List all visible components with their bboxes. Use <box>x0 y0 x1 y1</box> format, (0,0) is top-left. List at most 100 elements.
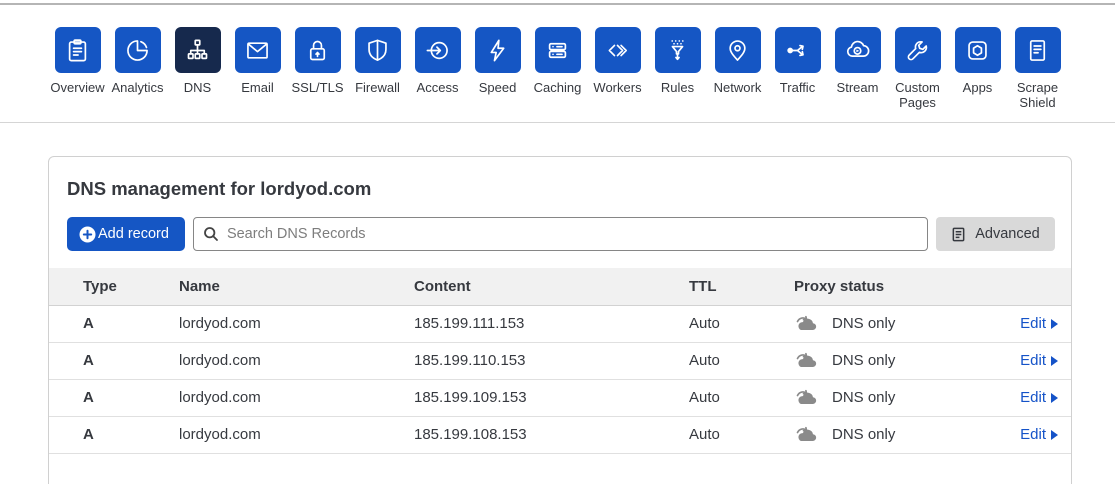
dns-management-card: DNS management for lordyod.com Add recor… <box>48 156 1072 484</box>
app-nav: Overview Analytics DNS Email SSL/TLS Fir… <box>0 5 1115 123</box>
speed-icon <box>474 27 521 73</box>
network-icon <box>714 27 761 73</box>
nav-label: Network <box>713 80 762 95</box>
dns-controls: Add record Advanced <box>67 217 1055 251</box>
document-list-icon <box>952 227 965 241</box>
record-name: lordyod.com <box>179 315 261 332</box>
rules-icon <box>654 27 701 73</box>
header-content: Content <box>414 277 471 295</box>
proxy-status-label: DNS only <box>832 389 896 406</box>
nav-item-workers[interactable]: Workers <box>588 27 648 110</box>
nav-label: Speed <box>478 80 517 95</box>
edit-label: Edit <box>1020 426 1046 443</box>
nav-label: Workers <box>593 80 642 95</box>
firewall-icon <box>354 27 401 73</box>
nav-item-network[interactable]: Network <box>708 27 768 110</box>
nav-label: Caching <box>533 80 582 95</box>
custom-pages-icon <box>894 27 941 73</box>
nav-label: Analytics <box>111 80 164 95</box>
dns-only-cloud-icon <box>796 426 817 442</box>
table-row: Alordyod.com 185.199.110.153 Auto DNS only E… <box>49 342 1071 379</box>
dns-search <box>192 217 928 251</box>
table-header-row: Type Name Content TTL Proxy status <box>49 268 1071 305</box>
record-ttl: Auto <box>689 426 720 443</box>
nav-item-firewall[interactable]: Firewall <box>348 27 408 110</box>
record-content: 185.199.110.153 <box>414 352 526 369</box>
nav-item-stream[interactable]: Stream <box>828 27 888 110</box>
email-icon <box>234 27 281 73</box>
proxy-status: DNS only <box>794 352 981 369</box>
advanced-label: Advanced <box>975 226 1040 242</box>
chevron-right-icon <box>1051 392 1058 403</box>
ssl-tls-icon <box>294 27 341 73</box>
dns-only-cloud-icon <box>796 315 817 331</box>
header-proxy-status: Proxy status <box>794 277 885 295</box>
dns-only-cloud-icon <box>796 389 817 405</box>
overview-icon <box>54 27 101 73</box>
header-type: Type <box>83 277 117 295</box>
edit-record-link[interactable]: Edit <box>1020 426 1058 443</box>
nav-item-caching[interactable]: Caching <box>528 27 588 110</box>
table-row: Alordyod.com 185.199.111.153 Auto DNS only E… <box>49 305 1071 342</box>
proxy-status-label: DNS only <box>832 315 896 332</box>
page-title: DNS management for lordyod.com <box>49 157 1071 200</box>
record-type: A <box>83 389 94 406</box>
add-record-button[interactable]: Add record <box>67 217 185 251</box>
nav-label: Access <box>416 80 459 95</box>
search-dns-input[interactable] <box>192 217 928 251</box>
record-content: 185.199.111.153 <box>414 315 525 332</box>
edit-record-link[interactable]: Edit <box>1020 315 1058 332</box>
nav-label: Traffic <box>779 80 816 95</box>
record-ttl: Auto <box>689 315 720 332</box>
apps-icon <box>954 27 1001 73</box>
add-record-label: Add record <box>98 226 169 242</box>
nav-item-apps[interactable]: Apps <box>948 27 1008 110</box>
record-ttl: Auto <box>689 389 720 406</box>
nav-label: SSL/TLS <box>291 80 344 95</box>
table-row: Alordyod.com 185.199.108.153 Auto DNS only E… <box>49 416 1071 453</box>
nav-item-access[interactable]: Access <box>408 27 468 110</box>
caching-icon <box>534 27 581 73</box>
nav-label: DNS <box>183 80 212 95</box>
record-content: 185.199.109.153 <box>414 389 527 406</box>
dns-records-table: Type Name Content TTL Proxy status Alord… <box>49 268 1071 454</box>
nav-item-custom-pages[interactable]: Custom Pages <box>888 27 948 110</box>
record-type: A <box>83 352 94 369</box>
edit-record-link[interactable]: Edit <box>1020 352 1058 369</box>
nav-item-analytics[interactable]: Analytics <box>108 27 168 110</box>
nav-item-overview[interactable]: Overview <box>48 27 108 110</box>
nav-item-scrape-shield[interactable]: Scrape Shield <box>1008 27 1068 110</box>
record-type: A <box>83 426 94 443</box>
nav-item-dns[interactable]: DNS <box>168 27 228 110</box>
header-ttl: TTL <box>689 277 717 295</box>
record-name: lordyod.com <box>179 426 261 443</box>
advanced-button[interactable]: Advanced <box>936 217 1055 251</box>
proxy-status-label: DNS only <box>832 426 896 443</box>
page-content: DNS management for lordyod.com Add recor… <box>0 123 1115 484</box>
nav-label: Email <box>241 80 274 95</box>
domain-name: lordyod.com <box>260 178 372 199</box>
workers-icon <box>594 27 641 73</box>
edit-label: Edit <box>1020 389 1046 406</box>
nav-item-traffic[interactable]: Traffic <box>768 27 828 110</box>
nav-item-speed[interactable]: Speed <box>468 27 528 110</box>
nav-label: Overview <box>50 80 105 95</box>
proxy-status: DNS only <box>794 315 981 332</box>
search-icon <box>204 227 218 241</box>
record-ttl: Auto <box>689 352 720 369</box>
nav-item-ssl-tls[interactable]: SSL/TLS <box>288 27 348 110</box>
nav-item-email[interactable]: Email <box>228 27 288 110</box>
edit-label: Edit <box>1020 315 1046 332</box>
edit-record-link[interactable]: Edit <box>1020 389 1058 406</box>
analytics-icon <box>114 27 161 73</box>
nav-label: Custom Pages <box>895 80 940 110</box>
scrape-shield-icon <box>1014 27 1061 73</box>
proxy-status-label: DNS only <box>832 352 896 369</box>
nav-label: Rules <box>660 80 695 95</box>
edit-label: Edit <box>1020 352 1046 369</box>
traffic-icon <box>774 27 821 73</box>
table-row: Alordyod.com 185.199.109.153 Auto DNS only E… <box>49 379 1071 416</box>
header-name: Name <box>179 277 220 295</box>
chevron-right-icon <box>1051 318 1058 329</box>
nav-item-rules[interactable]: Rules <box>648 27 708 110</box>
